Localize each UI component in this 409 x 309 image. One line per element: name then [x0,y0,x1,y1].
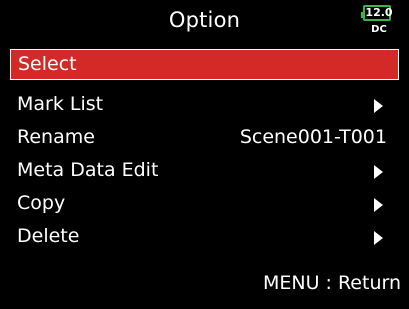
menu-item-mark-list[interactable]: Mark List [10,90,399,121]
chevron-right-icon [374,99,383,113]
chevron-right-icon [374,165,383,179]
rename-value: Scene001-T001 [239,126,387,148]
menu-item-label: Copy [17,192,66,214]
menu-item-label: Delete [17,225,80,247]
battery-tip [361,12,364,18]
battery-icon: 12.0 [361,5,393,21]
header: Option 12.0 DC [0,0,409,48]
page-title: Option [168,8,241,32]
menu-item-rename[interactable]: Rename Scene001-T001 [10,123,399,154]
menu-return-hint: MENU : Return [262,272,401,294]
menu-item-select[interactable]: Select [10,49,399,80]
recorder-screen: Option 12.0 DC Select Mark List Rename S… [0,0,409,309]
chevron-right-icon [374,198,383,212]
chevron-right-icon [374,231,383,245]
battery-voltage: 12.0 [365,6,393,19]
menu-item-delete[interactable]: Delete [10,222,399,253]
menu-item-label: Mark List [17,93,104,115]
menu-item-label: Rename [17,126,95,148]
menu-item-copy[interactable]: Copy [10,189,399,220]
menu-item-meta-data-edit[interactable]: Meta Data Edit [10,156,399,187]
power-indicator: 12.0 DC [361,5,395,39]
menu-item-label: Meta Data Edit [17,159,159,181]
power-source-label: DC [371,24,387,35]
menu-item-label: Select [18,53,77,75]
